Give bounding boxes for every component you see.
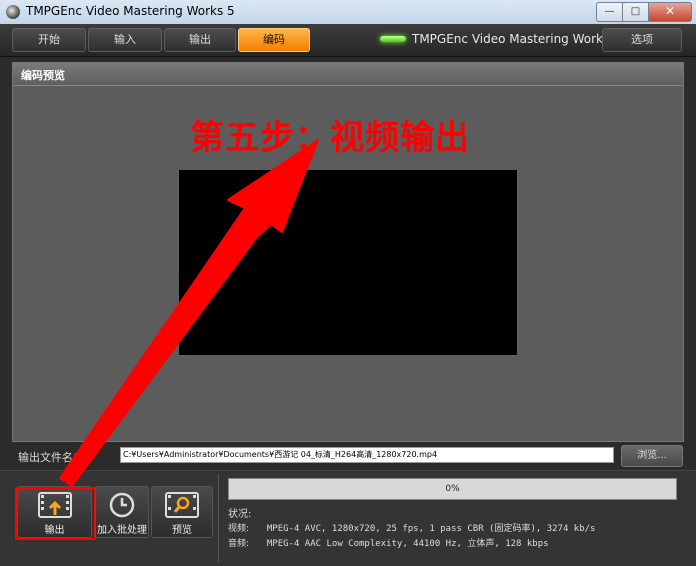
main-menubar: 开始 输入 输出 编码 TMPGEnc Video Mastering Work… bbox=[0, 24, 696, 57]
highlight-box bbox=[15, 487, 96, 540]
progress-bar: 0% bbox=[228, 478, 677, 500]
tab-encode[interactable]: 编码 bbox=[238, 28, 310, 52]
step-annotation: 第五步：视频输出 bbox=[190, 118, 470, 158]
tab-start[interactable]: 开始 bbox=[12, 28, 86, 52]
audio-key: 音频: bbox=[228, 539, 250, 549]
status-led-icon bbox=[380, 36, 406, 42]
preview-button[interactable]: 预览 bbox=[151, 486, 213, 538]
clock-icon bbox=[109, 492, 135, 518]
close-button[interactable]: ✕ bbox=[648, 2, 692, 22]
title-bar: TMPGEnc Video Mastering Works 5 — □ ✕ bbox=[0, 0, 696, 25]
panel-header: 编码预览 bbox=[13, 63, 683, 86]
app-window: TMPGEnc Video Mastering Works 5 — □ ✕ 开始… bbox=[0, 0, 696, 566]
audio-value: MPEG-4 AAC Low Complexity, 44100 Hz, 立体声… bbox=[266, 539, 549, 549]
video-preview bbox=[179, 170, 517, 355]
tab-input[interactable]: 输入 bbox=[88, 28, 162, 52]
output-file-input[interactable]: C:¥Users¥Administrator¥Documents¥西游记 04_… bbox=[120, 447, 614, 463]
add-batch-label: 加入批处理 bbox=[97, 525, 147, 536]
status-label: 状况: bbox=[228, 509, 252, 520]
video-key: 视频: bbox=[228, 524, 250, 534]
progress-text: 0% bbox=[445, 484, 460, 494]
minimize-button[interactable]: — bbox=[596, 2, 622, 22]
film-search-icon bbox=[165, 492, 199, 518]
window-title: TMPGEnc Video Mastering Works 5 bbox=[26, 4, 235, 18]
app-logo-icon bbox=[6, 5, 20, 19]
options-button[interactable]: 选项 bbox=[602, 28, 682, 52]
brand-title: TMPGEnc Video Mastering Works 5 bbox=[412, 32, 621, 46]
browse-button[interactable]: 浏览... bbox=[621, 445, 683, 467]
maximize-button[interactable]: □ bbox=[622, 2, 648, 22]
output-file-label: 输出文件名(F): bbox=[18, 451, 92, 464]
tab-output[interactable]: 输出 bbox=[164, 28, 236, 52]
video-value: MPEG-4 AVC, 1280x720, 25 fps, 1 pass CBR… bbox=[266, 524, 596, 534]
video-info: 视频: MPEG-4 AVC, 1280x720, 25 fps, 1 pass… bbox=[228, 521, 595, 534]
panel-title: 编码预览 bbox=[21, 69, 65, 82]
add-batch-button[interactable]: 加入批处理 bbox=[95, 486, 149, 538]
preview-button-label: 预览 bbox=[172, 525, 192, 536]
audio-info: 音频: MPEG-4 AAC Low Complexity, 44100 Hz,… bbox=[228, 536, 549, 549]
toolbar-divider bbox=[218, 474, 219, 562]
brand: TMPGEnc Video Mastering Works 5 bbox=[380, 32, 621, 46]
